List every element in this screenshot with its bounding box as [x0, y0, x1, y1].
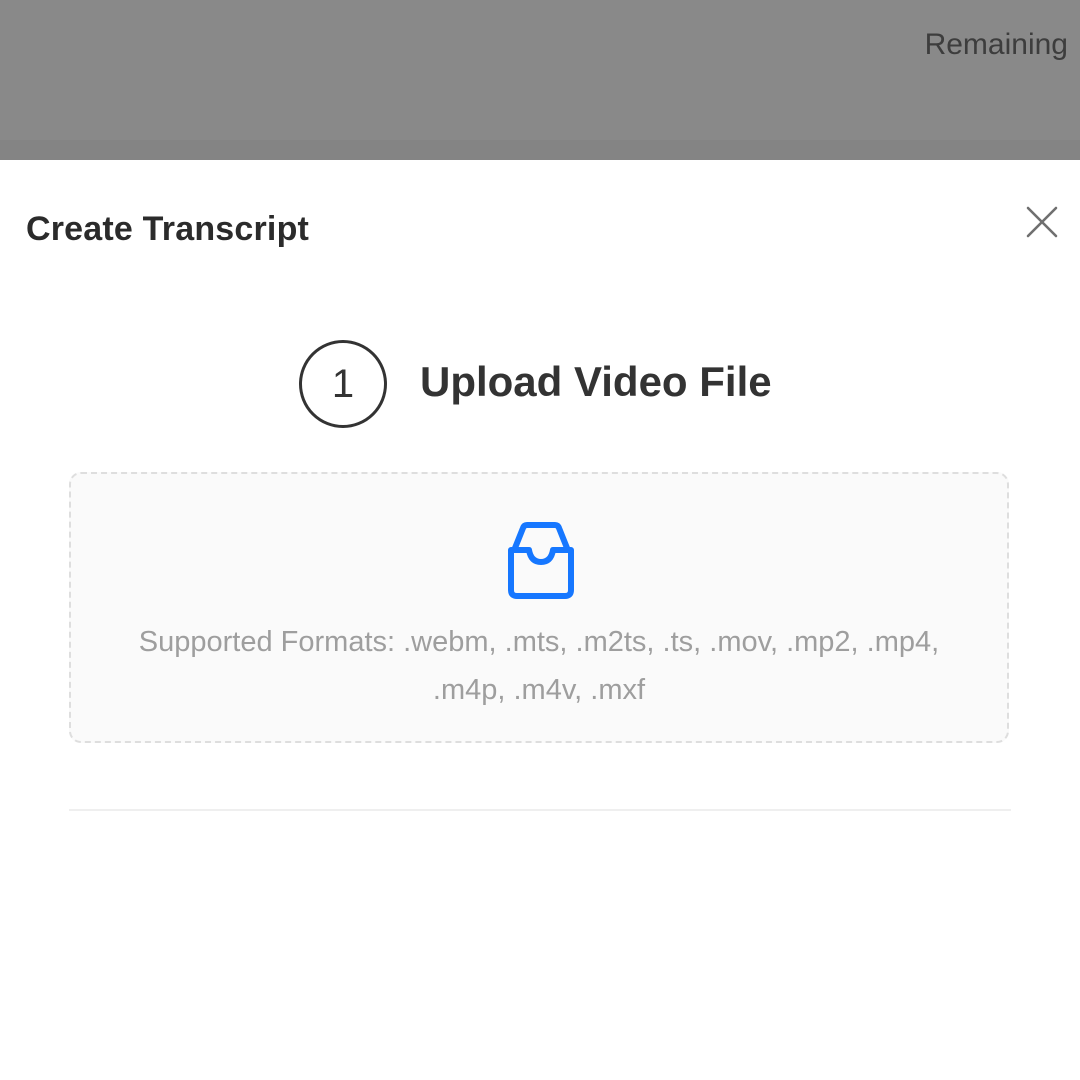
background-overlay[interactable]: Remaining: [0, 0, 1080, 160]
create-transcript-modal: Create Transcript 1 Upload Video File Su…: [0, 160, 1080, 1080]
inbox-icon: [501, 520, 581, 600]
file-upload-dropzone[interactable]: Supported Formats: .webm, .mts, .m2ts, .…: [69, 472, 1009, 743]
close-button[interactable]: [1024, 204, 1060, 240]
remaining-label: Remaining: [924, 28, 1068, 61]
modal-title: Create Transcript: [26, 210, 310, 248]
divider: [69, 809, 1011, 811]
close-icon: [1026, 206, 1058, 238]
step-number: 1: [331, 361, 355, 406]
step-title: Upload Video File: [420, 358, 772, 405]
supported-formats-text: Supported Formats: .webm, .mts, .m2ts, .…: [138, 626, 940, 706]
overlay-strip: [0, 140, 1080, 160]
step-number-badge: 1: [299, 340, 387, 428]
step-header: 1 Upload Video File: [0, 340, 1080, 430]
